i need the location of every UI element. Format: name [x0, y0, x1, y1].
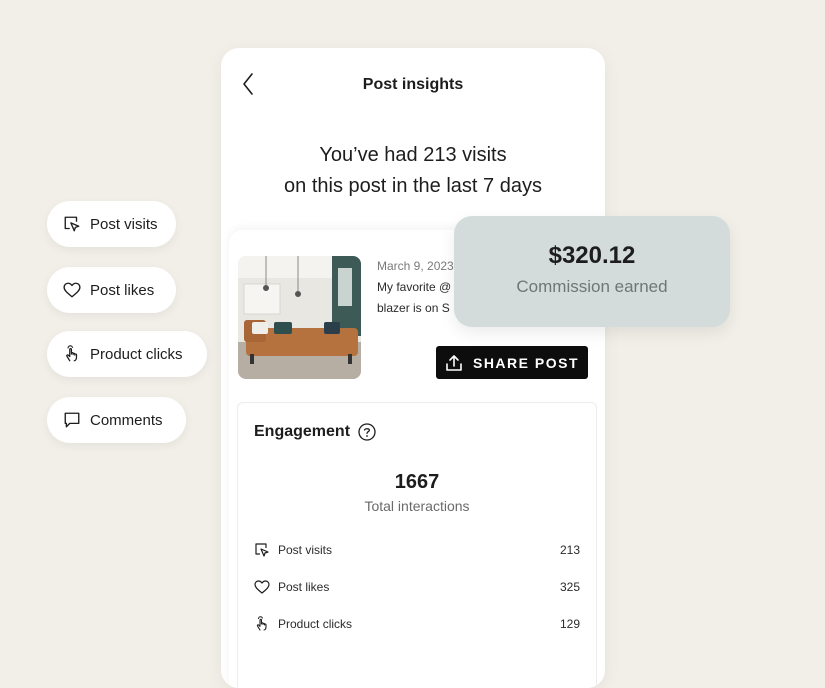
filter-pill-label: Comments [90, 411, 163, 429]
post-date: March 9, 2023 [377, 259, 454, 273]
share-post-label: SHARE POST [472, 354, 579, 371]
visits-summary-line-1: You’ve had 213 visits [319, 144, 507, 166]
engagement-title: Engagement [254, 423, 351, 440]
engagement-row-post-visits: Post visits 213 [254, 540, 580, 560]
total-interactions-value: 1667 [394, 471, 440, 493]
tap-hand-icon [254, 616, 274, 632]
post-thumbnail[interactable] [238, 256, 361, 379]
engagement-row-label: Post visits [278, 543, 333, 557]
engagement-row-value: 129 [559, 617, 580, 631]
cursor-icon [254, 542, 274, 558]
filter-pill-label: Post likes [90, 281, 155, 299]
post-insights-screen: Post insights You’ve had 213 visits on t… [221, 48, 605, 688]
share-post-button[interactable]: SHARE POST [436, 346, 588, 379]
engagement-row-label: Product clicks [278, 617, 353, 631]
heart-icon [254, 579, 274, 595]
engagement-row-post-likes: Post likes 325 [254, 577, 580, 597]
visits-summary-line-2: on this post in the last 7 days [284, 175, 542, 197]
header: Post insights [221, 48, 605, 123]
comment-icon [63, 411, 81, 429]
filter-pill-post-likes[interactable]: Post likes [47, 267, 176, 313]
page-title: Post insights [362, 76, 464, 93]
filter-pill-label: Product clicks [90, 345, 183, 363]
visits-summary: You’ve had 213 visits on this post in th… [221, 140, 605, 202]
commission-card: $320.12 Commission earned [454, 216, 730, 327]
heart-icon [63, 281, 81, 299]
filter-pill-post-visits[interactable]: Post visits [47, 201, 176, 247]
engagement-row-label: Post likes [278, 580, 330, 594]
total-interactions-label: Total interactions [364, 498, 470, 514]
commission-amount: $320.12 [548, 242, 636, 269]
engagement-row-product-clicks: Product clicks 129 [254, 614, 580, 634]
engagement-row-value: 213 [559, 543, 580, 557]
engagement-panel: Engagement 1667 Total interactions Post … [237, 402, 597, 688]
share-icon [445, 354, 463, 372]
commission-label: Commission earned [516, 277, 668, 296]
engagement-header: Engagement [254, 423, 376, 441]
tap-hand-icon [63, 345, 81, 363]
help-icon[interactable] [358, 423, 376, 441]
filter-pill-product-clicks[interactable]: Product clicks [47, 331, 207, 377]
filter-pill-label: Post visits [90, 215, 158, 233]
cursor-icon [63, 215, 81, 233]
filter-pill-comments[interactable]: Comments [47, 397, 186, 443]
engagement-row-value: 325 [559, 580, 580, 594]
